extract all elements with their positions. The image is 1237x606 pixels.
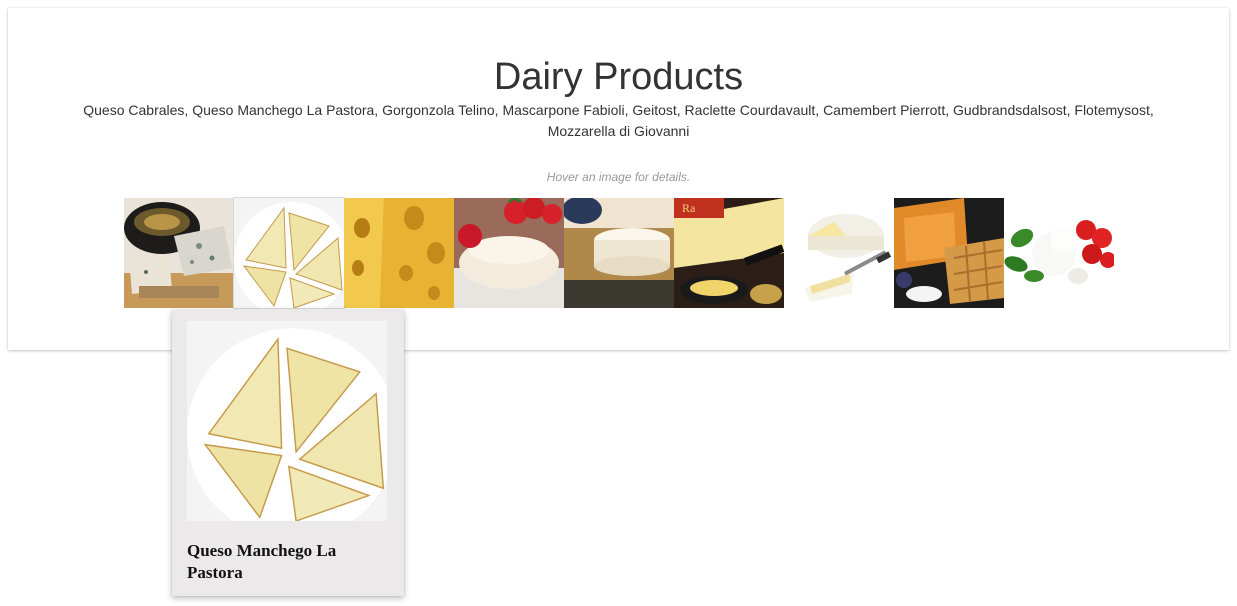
product-thumb-manchego[interactable] [234,198,344,308]
mozzarella-tomatoes-image [1004,198,1114,308]
manchego-wedges-image [187,321,387,521]
white-cheese-wheel-image [564,198,674,308]
raclette-pan-image: Ra [674,198,784,308]
product-thumb-raclette[interactable]: Ra [674,198,784,308]
product-thumb-geitost[interactable] [564,198,674,308]
swiss-cheese-image [344,198,454,308]
blue-cheese-image [124,198,234,308]
tooltip-image [187,321,387,521]
product-image-strip: Ra [124,198,1114,308]
brown-cheese-waffles-image [894,198,1004,308]
product-thumb-gudbrandsdalsost[interactable] [894,198,1004,308]
tooltip-product-name: Queso Manchego La Pastora [187,541,337,582]
product-thumb-swiss[interactable] [344,198,454,308]
manchego-wedges-image [234,198,344,308]
product-tooltip: Queso Manchego La Pastora [172,310,404,596]
mascarpone-strawberries-image [454,198,564,308]
category-card: Dairy Products Queso Cabrales, Queso Man… [8,8,1229,350]
product-list: Queso Cabrales, Queso Manchego La Pastor… [83,102,1154,139]
hover-hint: Hover an image for details. [546,170,691,184]
page-title: Dairy Products [493,56,744,98]
svg-text:Ra: Ra [682,201,696,215]
product-thumb-mascarpone[interactable] [454,198,564,308]
product-thumb-camembert[interactable] [784,198,894,308]
product-thumb-blue-cheese[interactable] [124,198,234,308]
product-thumb-flotemysost[interactable] [1004,198,1114,308]
camembert-image [784,198,894,308]
